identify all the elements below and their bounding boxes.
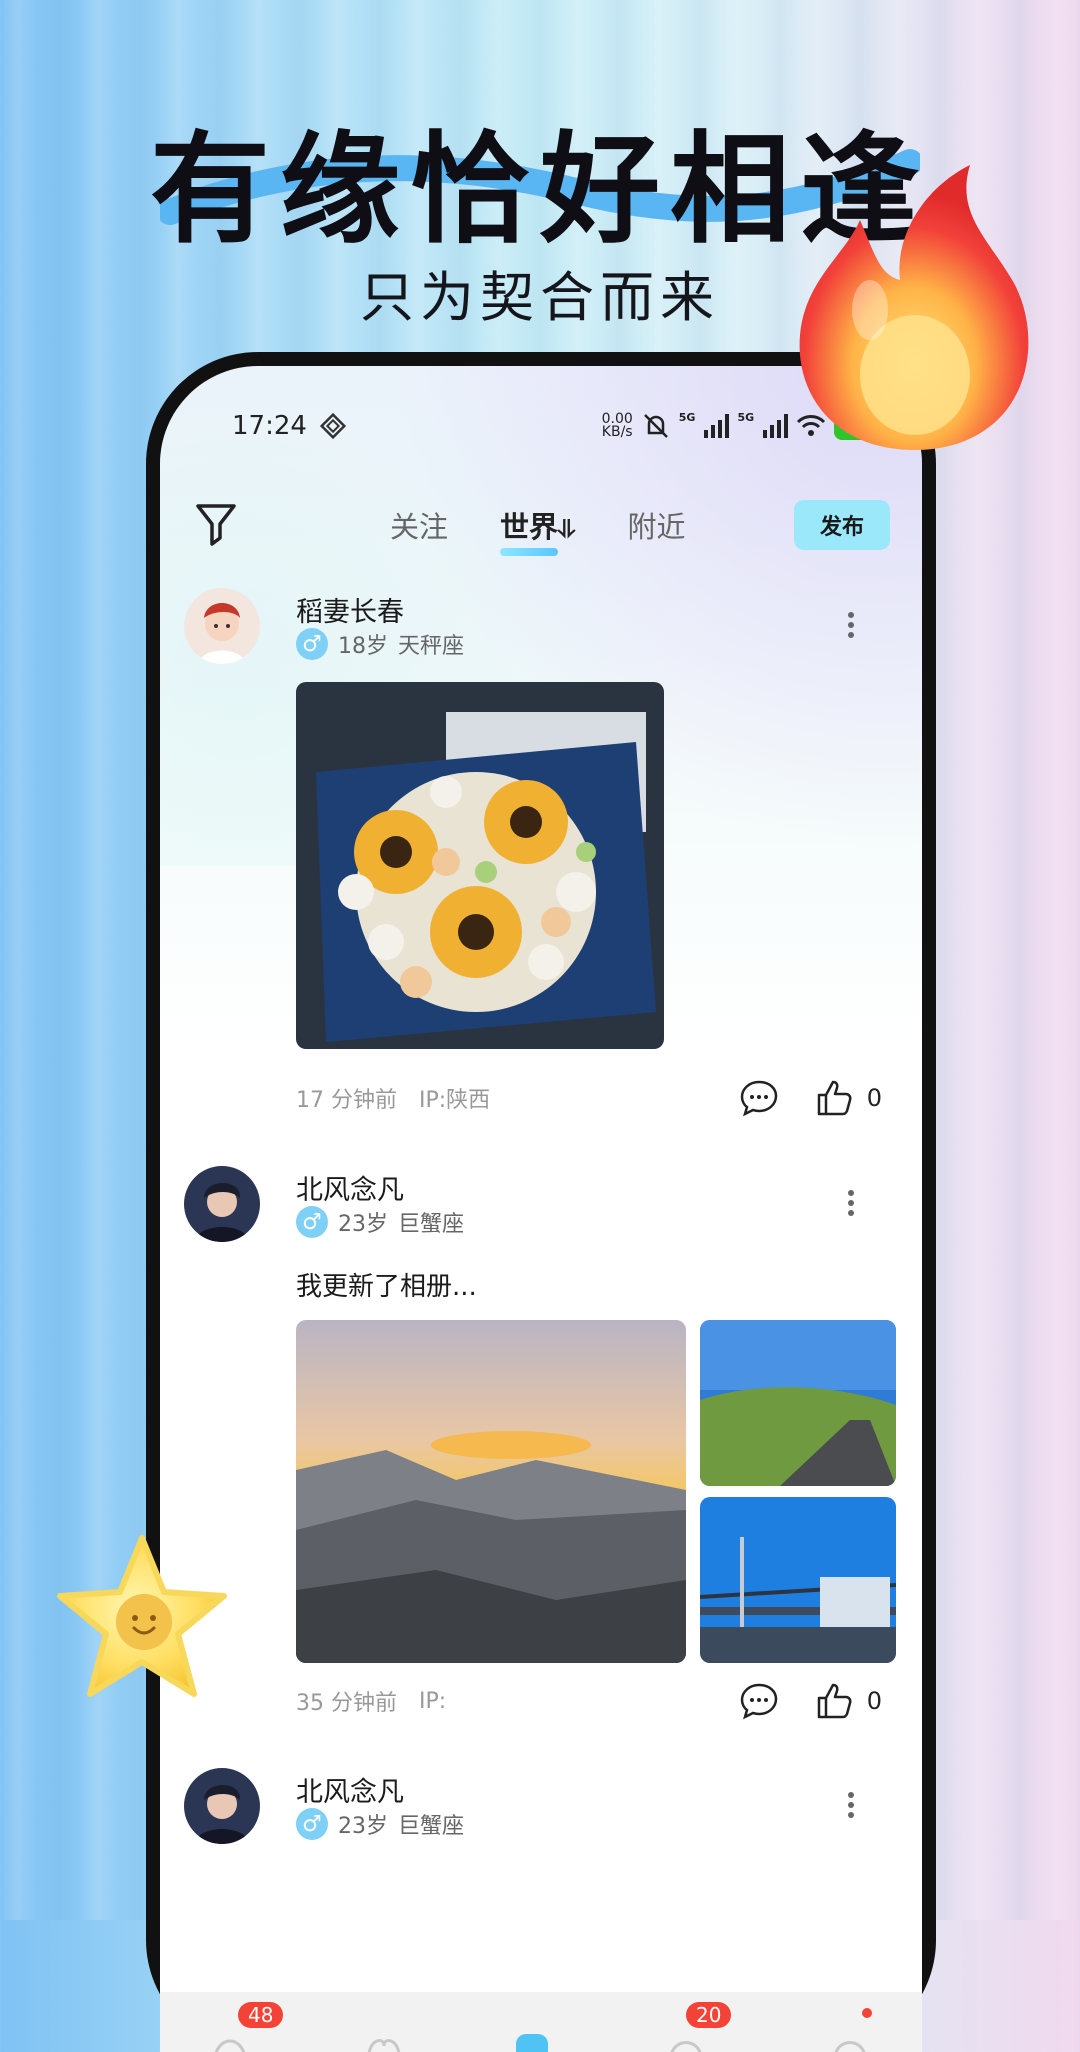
tab-nearby[interactable]: 附近 [627, 504, 685, 546]
post-photo[interactable] [296, 682, 664, 1049]
post-username[interactable]: 北风念凡 [296, 1770, 404, 1809]
post-card: 北风念凡 ♂ 23岁 巨蟹座 我更新了相册... 35 分钟前 IP: 0 [160, 1156, 922, 1756]
user-zodiac: 巨蟹座 [398, 1212, 465, 1237]
net-unit: KB/s [601, 424, 633, 440]
tab-red-dot [862, 2008, 872, 2018]
more-options-icon[interactable] [848, 608, 860, 642]
comment-icon[interactable] [739, 1078, 779, 1118]
avatar[interactable] [184, 1166, 260, 1242]
post-footer: 17 分钟前 IP:陕西 0 [296, 1078, 882, 1118]
phone-frame: 17:24 0.00 KB/s 5G 5G 关注 世界⥥ 附近 发布 稻妻长春 … [146, 352, 936, 2052]
tab-underline [500, 548, 559, 556]
tab-home-icon[interactable] [210, 2026, 250, 2052]
tab-world-suffix: ⥥ [558, 515, 576, 543]
top-nav: 关注 世界⥥ 附近 发布 [160, 484, 922, 564]
post-footer: 35 分钟前 IP: 0 [296, 1681, 882, 1721]
like-count: 0 [866, 1084, 882, 1112]
tab-world[interactable]: 世界⥥ [500, 504, 576, 556]
signal-1-label: 5G [678, 411, 696, 424]
tab-badge: 48 [238, 2002, 284, 2028]
publish-button[interactable]: 发布 [794, 500, 890, 550]
post-time: 35 分钟前 [296, 1691, 397, 1716]
post-card: 稻妻长春 ♂ 18岁 天秤座 17 分钟前 IP:陕西 0 [160, 578, 922, 1138]
fire-sticker-icon [799, 165, 1029, 450]
post-text: 我更新了相册... [296, 1272, 477, 1302]
user-age: 23岁 [338, 1814, 388, 1839]
tab-message-icon[interactable] [666, 2026, 706, 2052]
post-user-meta: ♂ 23岁 巨蟹座 [296, 1206, 464, 1238]
signal-1-icon [704, 414, 730, 438]
signal-2-label: 5G [737, 411, 755, 424]
comment-icon[interactable] [739, 1681, 779, 1721]
like-count: 0 [866, 1687, 882, 1715]
male-icon: ♂ [296, 1808, 328, 1840]
post-ip: IP: [419, 1688, 447, 1714]
star-sticker-icon [57, 1535, 227, 1697]
post-ip: IP:陕西 [419, 1088, 491, 1113]
user-zodiac: 天秤座 [398, 634, 465, 659]
user-age: 18岁 [338, 634, 388, 659]
tab-profile-icon[interactable] [830, 2026, 870, 2052]
post-photo-main[interactable] [296, 1320, 686, 1663]
user-zodiac: 巨蟹座 [398, 1814, 465, 1839]
tab-follow[interactable]: 关注 [390, 504, 448, 546]
male-icon: ♂ [296, 628, 328, 660]
more-options-icon[interactable] [848, 1788, 860, 1822]
post-photo-side-1[interactable] [700, 1320, 896, 1486]
status-time: 17:24 [232, 411, 307, 441]
male-icon: ♂ [296, 1206, 328, 1238]
thumbs-up-icon [817, 1683, 852, 1719]
avatar[interactable] [184, 1768, 260, 1844]
signal-2-icon [763, 414, 789, 438]
tab-world-label: 世界 [500, 510, 559, 544]
thumbs-up-icon [817, 1080, 852, 1116]
status-bar: 17:24 0.00 KB/s 5G 5G [232, 406, 882, 446]
nfc-icon [319, 412, 347, 440]
mute-icon [643, 414, 668, 438]
post-username[interactable]: 稻妻长春 [296, 590, 404, 629]
like-button[interactable]: 0 [815, 1078, 882, 1118]
post-card: 北风念凡 ♂ 23岁 巨蟹座 [160, 1758, 922, 1878]
like-button[interactable]: 0 [815, 1681, 882, 1721]
tab-center-icon[interactable] [512, 2026, 552, 2052]
tab-badge: 20 [686, 2002, 732, 2028]
post-user-meta: ♂ 18岁 天秤座 [296, 628, 464, 660]
post-photo-side-2[interactable] [700, 1497, 896, 1663]
bottom-tabbar: 48 20 [160, 1992, 922, 2052]
user-age: 23岁 [338, 1212, 388, 1237]
post-user-meta: ♂ 23岁 巨蟹座 [296, 1808, 464, 1840]
post-username[interactable]: 北风念凡 [296, 1168, 404, 1207]
more-options-icon[interactable] [848, 1186, 860, 1220]
post-time: 17 分钟前 [296, 1088, 397, 1113]
phone-screen: 17:24 0.00 KB/s 5G 5G 关注 世界⥥ 附近 发布 稻妻长春 … [160, 366, 922, 2052]
filter-icon[interactable] [194, 502, 238, 548]
feed-tabs: 关注 世界⥥ 附近 [390, 504, 686, 556]
tab-heart-icon[interactable] [364, 2026, 404, 2052]
avatar[interactable] [184, 588, 260, 664]
